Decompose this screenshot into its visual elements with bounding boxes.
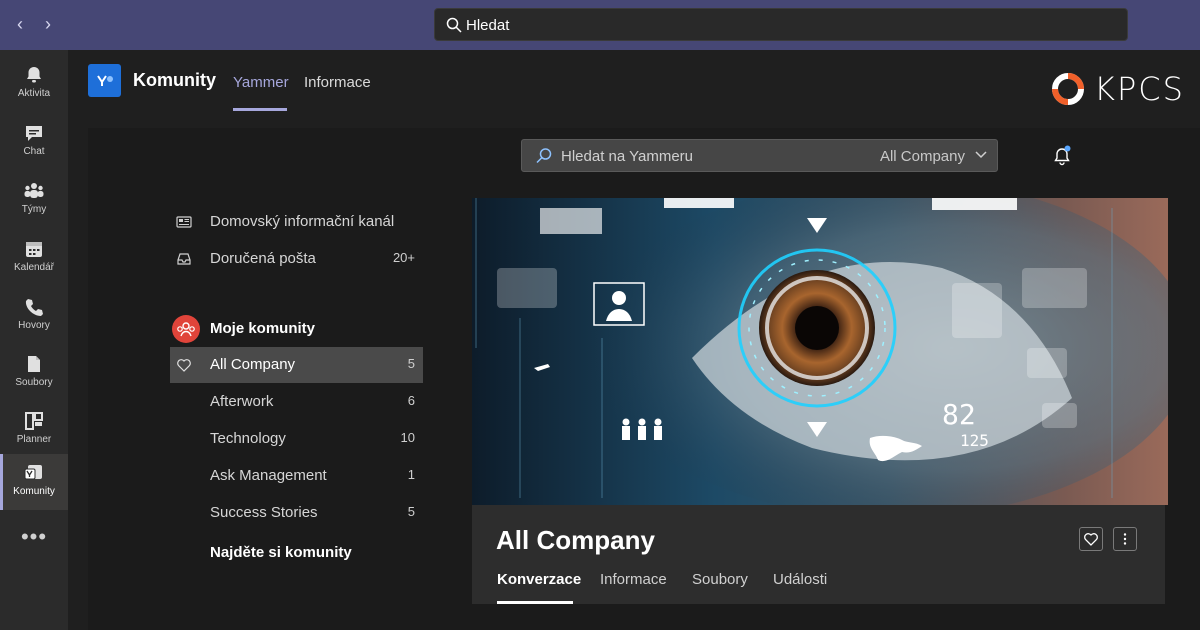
nav-label: Domovský informační kanál [210, 213, 395, 230]
community-label: Afterwork [210, 393, 274, 410]
rail-item-activity[interactable]: Aktivita [0, 56, 68, 112]
community-header: All Company Konverzace Informace Soubory… [472, 505, 1165, 604]
yammer-icon [24, 465, 42, 480]
global-search-placeholder: Hledat [466, 17, 510, 34]
nav-label: Doručená pošta [210, 250, 316, 267]
heart-icon[interactable] [176, 357, 192, 373]
search-scope-dropdown[interactable]: All Company [880, 148, 965, 165]
forward-button[interactable]: › [36, 12, 60, 36]
calendar-icon [26, 242, 42, 257]
heart-icon [1084, 533, 1098, 546]
global-search-input[interactable]: Hledat [434, 8, 1128, 41]
community-item-ask-management[interactable]: Ask Management 1 [170, 458, 423, 494]
kpcs-logo: KPCS [1050, 70, 1183, 108]
kpcs-ring-icon [1052, 73, 1084, 105]
rail-label: Aktivita [17, 88, 51, 99]
rail-item-planner[interactable]: Planner [0, 402, 68, 458]
community-item-technology[interactable]: Technology 10 [170, 421, 423, 457]
rail-item-calendar[interactable]: Kalendář [0, 230, 68, 286]
rail-item-chat[interactable]: Chat [0, 114, 68, 170]
community-count: 5 [407, 356, 415, 371]
teams-icon [24, 183, 44, 198]
brand-name: KPCS [1094, 70, 1185, 108]
community-item-afterwork[interactable]: Afterwork 6 [170, 384, 423, 420]
chat-icon [26, 126, 42, 141]
phone-icon [25, 299, 43, 316]
more-apps-button[interactable]: ••• [0, 524, 68, 550]
chevron-down-icon[interactable] [973, 146, 989, 162]
inbox-icon [177, 253, 191, 265]
tab-information[interactable]: Informace [304, 74, 371, 91]
rail-item-communities[interactable]: Komunity [0, 454, 68, 510]
community-count: 10 [400, 430, 415, 445]
community-count: 1 [407, 467, 415, 482]
newsfeed-icon [176, 216, 192, 228]
planner-icon [25, 412, 43, 430]
inbox-count-badge: 20+ [392, 250, 415, 265]
app-title: Komunity [133, 70, 216, 90]
rail-label: Hovory [18, 320, 50, 331]
app-header: Komunity Yammer Informace KPCS [68, 50, 1200, 112]
tab-files[interactable]: Soubory [692, 571, 748, 588]
communities-icon [172, 315, 200, 343]
nav-home-feed[interactable]: Domovský informační kanál [170, 204, 423, 240]
rail-label: Týmy [21, 204, 47, 215]
community-item-all-company[interactable]: All Company 5 [170, 347, 423, 383]
community-count: 6 [407, 393, 415, 408]
notifications-button[interactable] [1051, 145, 1073, 167]
rail-label: Planner [16, 434, 52, 445]
bell-icon [1054, 145, 1071, 166]
bell-icon [27, 67, 41, 83]
find-communities-link[interactable]: Najděte si komunity [210, 544, 352, 561]
yammer-search-placeholder: Hledat na Yammeru [561, 148, 694, 165]
rail-item-calls[interactable]: Hovory [0, 288, 68, 344]
eye-tech-illustration: 82 125 [472, 198, 1168, 505]
favorite-button[interactable] [1079, 527, 1103, 551]
hero-readout-top: 82 [942, 398, 976, 431]
search-icon [446, 17, 462, 33]
search-icon [536, 148, 552, 164]
yammer-logo [88, 64, 121, 97]
my-communities-heading: Moje komunity [210, 320, 316, 337]
file-icon [28, 356, 40, 372]
tab-yammer[interactable]: Yammer [233, 74, 289, 91]
tab-about[interactable]: Informace [600, 571, 667, 588]
tab-conversations[interactable]: Konverzace [497, 571, 581, 588]
rail-item-files[interactable]: Soubory [0, 345, 68, 401]
nav-inbox[interactable]: Doručená pošta 20+ [170, 241, 423, 277]
back-button[interactable]: ‹ [8, 12, 32, 36]
app-rail: Aktivita Chat Týmy Kalendář Hovory Soubo… [0, 50, 68, 630]
community-item-success-stories[interactable]: Success Stories 5 [170, 495, 423, 531]
title-bar: ‹ › Hledat [0, 0, 1200, 50]
tab-events[interactable]: Události [773, 571, 827, 588]
yammer-logo-icon [97, 75, 113, 86]
rail-item-teams[interactable]: Týmy [0, 172, 68, 228]
yammer-search-input[interactable]: Hledat na Yammeru All Company [521, 139, 998, 172]
hero-readout-bottom: 125 [960, 431, 989, 450]
active-tab-indicator [233, 108, 287, 111]
rail-label: Komunity [13, 486, 55, 497]
community-label: Technology [210, 430, 286, 447]
people-group-icon [177, 322, 195, 337]
community-label: All Company [210, 356, 296, 373]
rail-label: Kalendář [13, 262, 55, 273]
more-options-button[interactable] [1113, 527, 1137, 551]
community-title: All Company [496, 525, 655, 555]
active-tab-indicator [497, 601, 573, 604]
more-vertical-icon [1123, 533, 1127, 545]
rail-label: Chat [23, 146, 45, 157]
community-cover-image: 82 125 [472, 198, 1168, 505]
community-label: Ask Management [210, 467, 327, 484]
community-count: 5 [407, 504, 415, 519]
community-label: Success Stories [210, 504, 318, 521]
rail-label: Soubory [15, 377, 53, 388]
